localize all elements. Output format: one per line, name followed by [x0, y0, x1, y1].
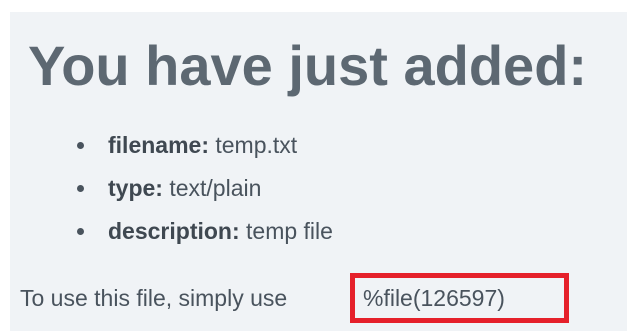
page-heading: You have just added: — [28, 34, 588, 97]
usage-instruction: To use this file, simply use — [20, 285, 288, 311]
detail-item-type: type: text/plain — [70, 167, 333, 210]
bullet-icon — [77, 185, 84, 192]
detail-key: description: — [108, 218, 240, 244]
detail-value: temp file — [246, 218, 333, 244]
detail-value: text/plain — [169, 175, 262, 201]
file-embed-code[interactable]: %file(126597) — [363, 283, 505, 313]
detail-key: type: — [108, 175, 163, 201]
detail-value: temp.txt — [215, 132, 298, 158]
detail-key: filename: — [108, 132, 209, 158]
file-details-list: filename: temp.txt type: text/plain desc… — [70, 124, 333, 253]
bullet-icon — [77, 142, 84, 149]
detail-item-description: description: temp file — [70, 210, 333, 253]
bullet-icon — [77, 228, 84, 235]
detail-item-filename: filename: temp.txt — [70, 124, 333, 167]
